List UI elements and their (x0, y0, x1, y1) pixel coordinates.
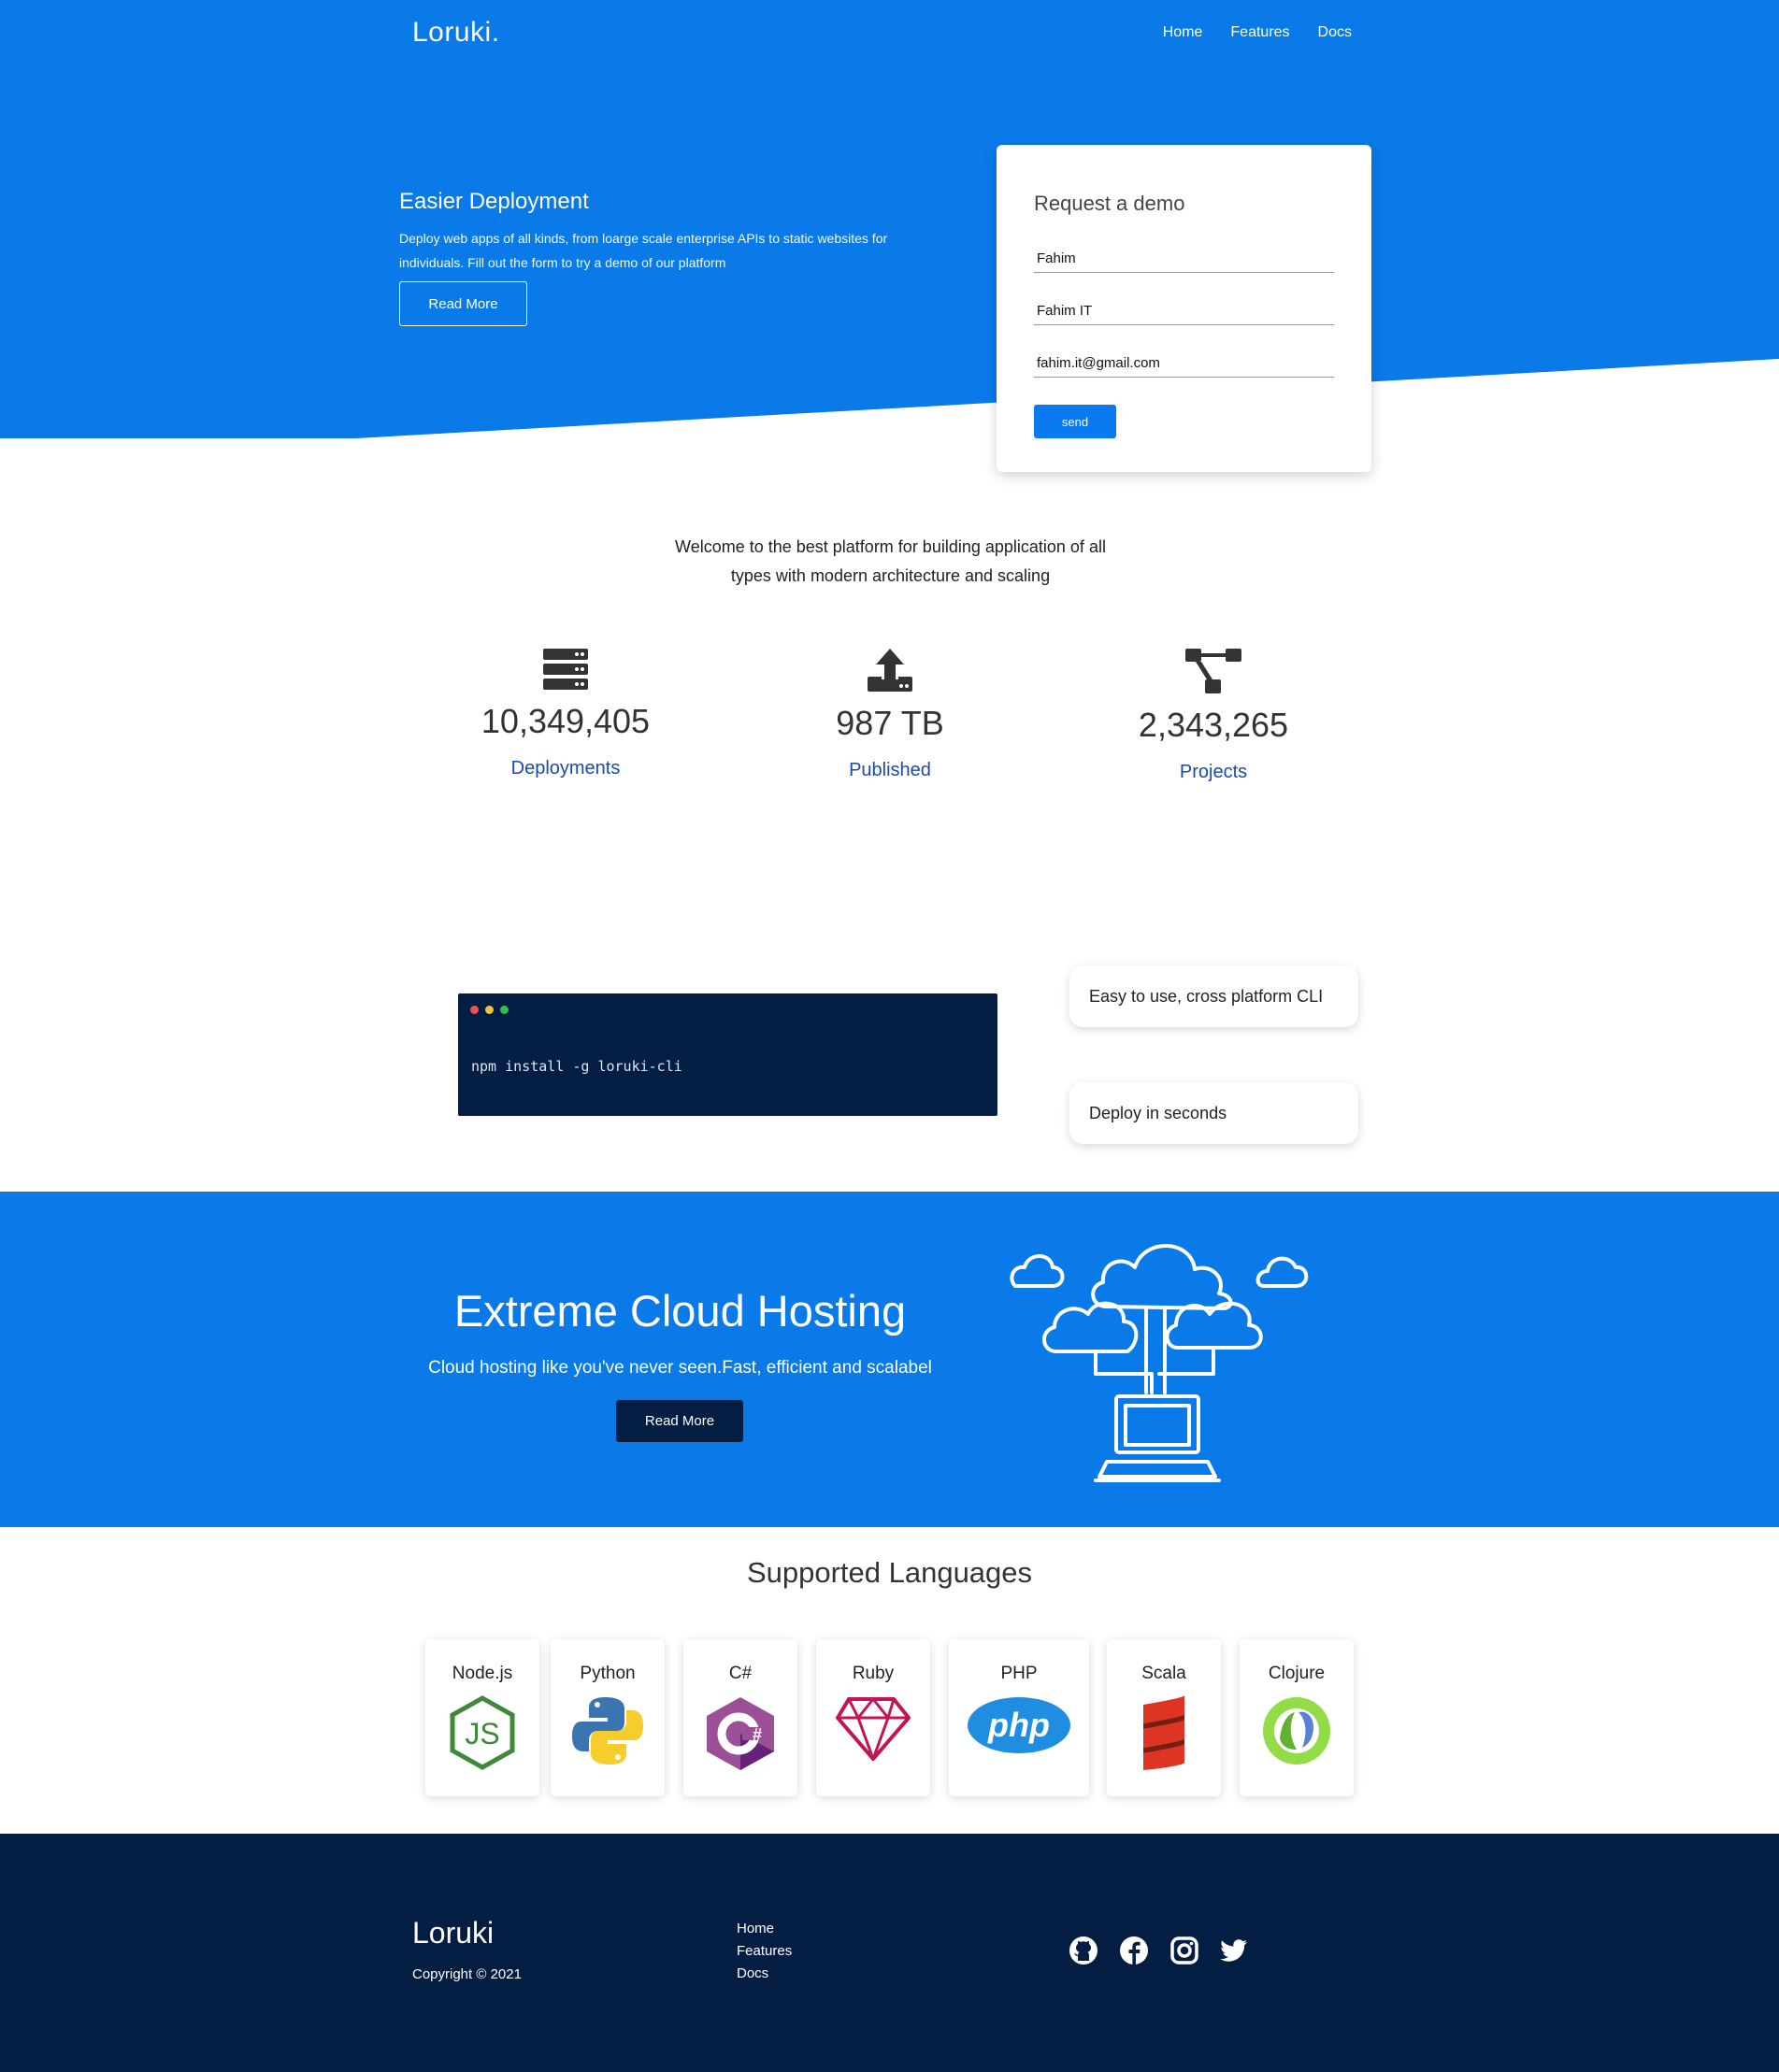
language-card-nodejs: Node.js JS (425, 1639, 539, 1796)
footer (0, 1834, 1779, 2072)
hero-description: Deploy web apps of all kinds, from loarg… (399, 231, 888, 270)
nodejs-logo-icon: JS (450, 1695, 515, 1770)
hero-background (0, 0, 1779, 438)
language-name: Node.js (452, 1664, 513, 1683)
languages-title: Supported Languages (746, 1556, 1033, 1589)
main-nav: Home Features Docs (1163, 24, 1352, 41)
cli-terminal: npm install -g loruki-cli (458, 993, 997, 1116)
clojure-logo-icon (1263, 1697, 1330, 1765)
language-name: Scala (1141, 1664, 1186, 1683)
svg-text:#: # (753, 1725, 762, 1744)
footer-link-home[interactable]: Home (737, 1921, 792, 1936)
feature-card-cli: Easy to use, cross platform CLI (1069, 965, 1358, 1027)
stat-value: 987 TB (836, 704, 944, 742)
scala-logo-icon (1143, 1695, 1184, 1770)
name-field[interactable] (1034, 245, 1334, 273)
language-card-scala: Scala (1107, 1639, 1221, 1796)
cloud-read-more-button[interactable]: Read More (616, 1400, 743, 1442)
language-card-ruby: Ruby (816, 1639, 930, 1796)
send-button[interactable]: send (1034, 405, 1116, 438)
stat-value: 2,343,265 (1138, 706, 1289, 744)
server-icon (543, 649, 588, 690)
hero-read-more-button[interactable]: Read More (399, 281, 527, 326)
nav-features[interactable]: Features (1230, 24, 1289, 41)
maximize-dot (500, 1006, 509, 1014)
language-card-clojure: Clojure (1240, 1639, 1354, 1796)
svg-text:JS: JS (465, 1717, 499, 1750)
nav-docs[interactable]: Docs (1318, 24, 1352, 41)
svg-text:php: php (987, 1706, 1050, 1744)
ruby-logo-icon (836, 1696, 911, 1761)
python-logo-icon (572, 1697, 643, 1765)
close-dot (470, 1006, 479, 1014)
footer-links: Home Features Docs (737, 1921, 792, 1981)
language-name: C# (728, 1664, 753, 1683)
upload-icon (868, 649, 912, 692)
terminal-command: npm install -g loruki-cli (471, 1058, 682, 1075)
language-card-csharp: C# # (683, 1639, 797, 1796)
feature-card-deploy: Deploy in seconds (1069, 1082, 1358, 1144)
footer-link-docs[interactable]: Docs (737, 1965, 792, 1981)
minimize-dot (485, 1006, 494, 1014)
nav-home[interactable]: Home (1163, 24, 1203, 41)
company-field[interactable] (1034, 297, 1334, 325)
email-field[interactable] (1034, 350, 1334, 378)
instagram-icon[interactable] (1169, 1936, 1199, 1965)
stat-label: Deployments (510, 758, 621, 779)
github-icon[interactable] (1069, 1936, 1098, 1965)
language-name: PHP (1000, 1664, 1038, 1683)
footer-brand: Loruki (412, 1916, 495, 1950)
stat-published: 987 TB Published (750, 648, 1030, 781)
footer-copyright: Copyright © 2021 (412, 1966, 522, 1982)
twitter-icon[interactable] (1219, 1936, 1249, 1965)
cloud-hosting-text: Cloud hosting like you've never seen.Fas… (428, 1358, 932, 1378)
facebook-icon[interactable] (1119, 1936, 1149, 1965)
csharp-logo-icon: # (707, 1697, 774, 1770)
footer-link-features[interactable]: Features (737, 1943, 792, 1959)
stat-value: 10,349,405 (481, 702, 651, 740)
stat-deployments: 10,349,405 Deployments (425, 648, 706, 779)
demo-request-card: Request a demo send (997, 145, 1371, 472)
language-name: Ruby (852, 1664, 895, 1683)
language-name: Python (580, 1664, 636, 1683)
language-name: Clojure (1268, 1664, 1326, 1683)
stat-projects: 2,343,265 Projects (1073, 648, 1354, 783)
cloud-network-illustration (1010, 1244, 1309, 1482)
brand-logo[interactable]: Loruki. (412, 17, 500, 49)
stat-label: Published (849, 760, 931, 780)
welcome-text: Welcome to the best platform for buildin… (675, 537, 1106, 585)
stat-label: Projects (1179, 762, 1248, 782)
cloud-hosting-title: Extreme Cloud Hosting (453, 1286, 907, 1336)
language-card-python: Python (551, 1639, 665, 1796)
demo-form-title: Request a demo (1034, 192, 1185, 215)
language-card-php: PHP php (949, 1639, 1089, 1796)
php-logo-icon: php (968, 1697, 1070, 1753)
project-diagram-icon (1185, 649, 1241, 693)
hero-title: Easier Deployment (399, 189, 589, 214)
